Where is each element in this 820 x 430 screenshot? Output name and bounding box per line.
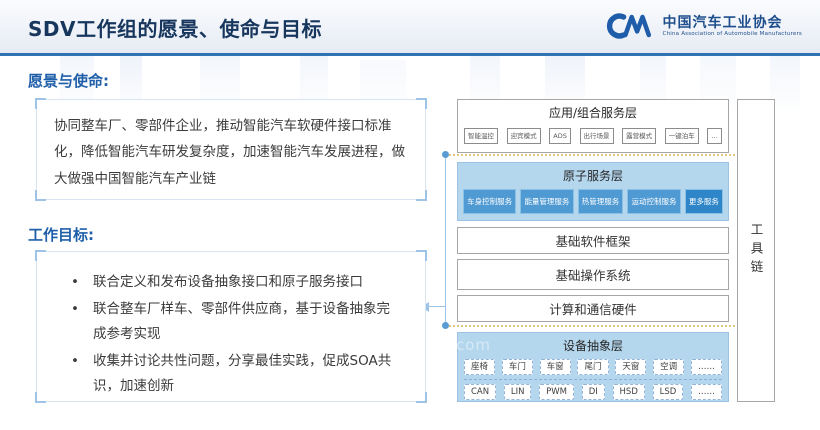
- atomic-chip: 车身控制服务: [463, 189, 516, 214]
- app-chip: 露营模式: [622, 128, 656, 144]
- hardware-layer: 计算和通信硬件: [457, 295, 729, 322]
- atomic-chip: 运动控制服务: [627, 189, 680, 214]
- slide: SDV工作组的愿景、使命与目标 中国汽车工业协会 China Associati…: [0, 0, 820, 430]
- app-chip-row: 智能温控 迎宾模式 ADS 出行场景 露营模式 一键泊车 …: [458, 128, 728, 144]
- vision-box: 协同整车厂、零部件企业，推动智能汽车软硬件接口标准化，降低智能汽车研发复杂度，加…: [36, 99, 426, 200]
- goal-item: 联合整车厂样车、零部件供应商，基于设备抽象完成参考实现: [67, 297, 399, 347]
- device-chip: HSD: [613, 384, 645, 400]
- page-title: SDV工作组的愿景、使命与目标: [28, 13, 322, 42]
- app-chip: …: [707, 128, 722, 144]
- connector-node-top: [442, 151, 449, 158]
- atomic-chip-more: 更多服务: [685, 189, 723, 214]
- org-name-cn: 中国汽车工业协会: [663, 15, 802, 32]
- device-chip: 车门: [502, 359, 533, 375]
- caam-logo-mark-icon: [602, 9, 656, 43]
- device-abstraction-layer: 设备抽象层 座椅 车门 车窗 尾门 天窗 空调 …… CAN LIN PWM D…: [457, 332, 729, 402]
- device-row-separator: [464, 379, 722, 380]
- app-chip: 一键泊车: [665, 128, 699, 144]
- device-chip: 座椅: [464, 359, 495, 375]
- connector-horizontal-stub: [429, 306, 446, 307]
- connector-node-bottom: [442, 322, 449, 329]
- app-chip: ADS: [549, 128, 571, 144]
- vision-text: 协同整车厂、零部件企业，推动智能汽车软硬件接口标准化，降低智能汽车研发复杂度，加…: [37, 100, 425, 205]
- atomic-chip: 能量管理服务: [520, 189, 573, 214]
- caam-logo: 中国汽车工业协会 China Association of Automobile…: [602, 9, 802, 43]
- app-chip: 迎宾模式: [507, 128, 541, 144]
- atomic-chip: 热管理服务: [578, 189, 624, 214]
- goals-list: 联合定义和发布设备抽象接口和原子服务接口 联合整车厂样车、零部件供应商，基于设备…: [37, 252, 425, 399]
- dotted-connector-bottom: [449, 325, 735, 327]
- device-chip: CAN: [464, 384, 496, 400]
- app-service-layer: 应用/组合服务层 智能温控 迎宾模式 ADS 出行场景 露营模式 一键泊车 …: [457, 99, 729, 153]
- app-chip: 出行场景: [580, 128, 614, 144]
- operating-system-layer: 基础操作系统: [457, 259, 729, 290]
- toolchain-label: 工具链: [747, 223, 766, 279]
- vision-heading: 愿景与使命:: [28, 70, 109, 91]
- watermark: com: [456, 336, 491, 354]
- goal-item: 收集并讨论共性问题，分享最佳实践，促成SOA共识，加速创新: [67, 349, 399, 399]
- header-bar: SDV工作组的愿景、使命与目标 中国汽车工业协会 China Associati…: [0, 0, 820, 56]
- device-chip: 空调: [653, 359, 684, 375]
- goals-box: 联合定义和发布设备抽象接口和原子服务接口 联合整车厂样车、零部件供应商，基于设备…: [36, 251, 426, 402]
- device-chip: DI: [582, 384, 605, 400]
- device-layer-title: 设备抽象层: [458, 337, 728, 354]
- device-row-components: 座椅 车门 车窗 尾门 天窗 空调 ……: [458, 359, 728, 375]
- device-chip: ……: [691, 384, 722, 400]
- caam-logo-text: 中国汽车工业协会 China Association of Automobile…: [663, 15, 802, 38]
- device-chip: ……: [691, 359, 722, 375]
- goals-heading: 工作目标:: [28, 224, 94, 245]
- device-chip: 天窗: [615, 359, 646, 375]
- device-chip: PWM: [539, 384, 574, 400]
- connector-vertical-line: [445, 156, 446, 326]
- app-layer-title: 应用/组合服务层: [458, 104, 728, 121]
- app-chip: 智能温控: [464, 128, 498, 144]
- atomic-service-layer: 原子服务层 车身控制服务 能量管理服务 热管理服务 运动控制服务 更多服务: [457, 162, 729, 221]
- device-chip: LSD: [653, 384, 684, 400]
- atomic-chip-row: 车身控制服务 能量管理服务 热管理服务 运动控制服务 更多服务: [458, 189, 728, 214]
- device-row-buses: CAN LIN PWM DI HSD LSD ……: [458, 384, 728, 400]
- org-name-en: China Association of Automobile Manufact…: [663, 31, 802, 37]
- dotted-connector-top: [449, 154, 735, 156]
- device-chip: 车窗: [540, 359, 571, 375]
- toolchain-layer: 工具链: [737, 99, 775, 402]
- device-chip: 尾门: [577, 359, 608, 375]
- software-framework-layer: 基础软件框架: [457, 227, 729, 254]
- device-chip: LIN: [504, 384, 532, 400]
- goal-item: 联合定义和发布设备抽象接口和原子服务接口: [67, 270, 399, 295]
- atomic-layer-title: 原子服务层: [458, 167, 728, 184]
